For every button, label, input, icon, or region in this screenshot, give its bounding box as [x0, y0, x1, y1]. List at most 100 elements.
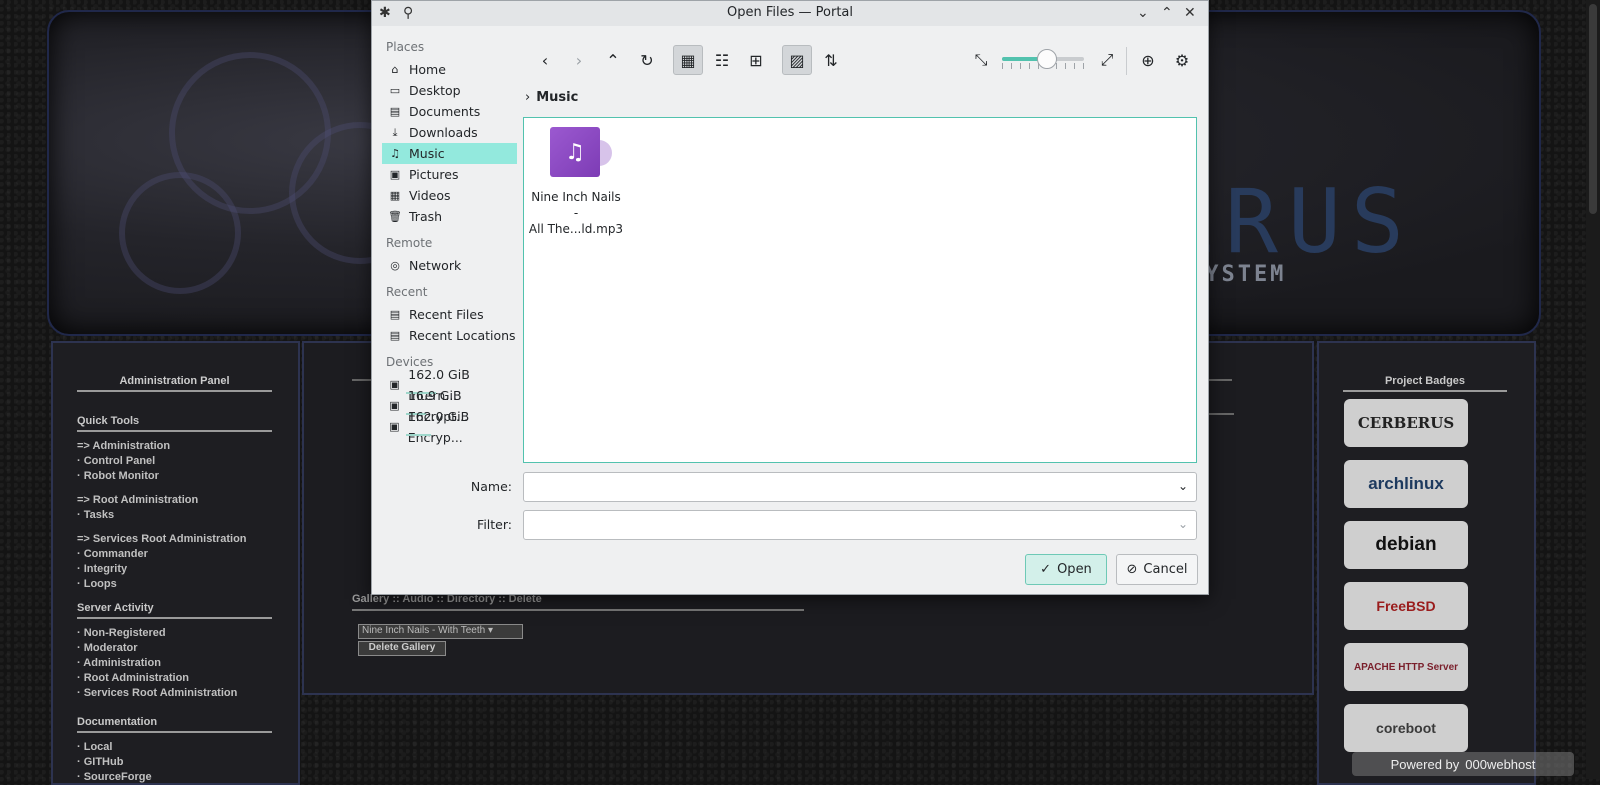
admin-panel: Administration Panel Quick Tools => Admin…	[51, 341, 300, 785]
admin-link	[77, 484, 272, 493]
places-item-label: Pictures	[409, 167, 459, 182]
chevron-down-icon[interactable]: ⌄	[1137, 4, 1149, 22]
places-item-network[interactable]: ◎ Network	[382, 255, 517, 276]
encrypted-drive-icon: ▣	[389, 399, 400, 412]
admin-link[interactable]: · Non-Registered	[77, 626, 272, 641]
tree-view-icon: ⊞	[749, 50, 763, 70]
admin-link[interactable]: · Services Root Administration	[77, 686, 272, 701]
project-badge[interactable]: APACHE HTTP Server	[1344, 643, 1468, 691]
audio-file-icon: ♫	[550, 127, 600, 177]
places-item-downloads[interactable]: ⤓ Downloads	[382, 122, 517, 143]
scrollbar-thumb[interactable]	[1589, 4, 1597, 214]
file-view[interactable]: ♫ Nine Inch Nails - All The...ld.mp3	[523, 117, 1197, 463]
zoom-out-icon: ⤡	[974, 50, 988, 69]
delete-gallery-button[interactable]: Delete Gallery	[358, 641, 446, 656]
dialog-title: Open Files — Portal	[727, 5, 853, 20]
places-item-label: Trash	[409, 209, 443, 224]
filter-label: Filter:	[477, 517, 512, 532]
admin-link[interactable]: · GITHub	[77, 755, 272, 770]
close-icon[interactable]: ✕	[1184, 4, 1196, 22]
places-item-label: Videos	[409, 188, 451, 203]
image-preview-icon: ▨	[789, 50, 805, 70]
admin-link[interactable]: · Root Administration	[77, 671, 272, 686]
places-item-home[interactable]: ⌂ Home	[382, 59, 517, 80]
cancel-button[interactable]: ⊘ Cancel	[1116, 554, 1198, 585]
admin-link[interactable]: · Administration	[77, 656, 272, 671]
zoom-in-button[interactable]: ⤢	[1092, 45, 1122, 75]
admin-link[interactable]: · Control Panel	[77, 454, 272, 469]
breadcrumb[interactable]: › Music	[525, 90, 578, 105]
zoom-out-button[interactable]: ⤡	[966, 45, 996, 75]
admin-link[interactable]: · Local	[77, 740, 272, 755]
up-button[interactable]: ⌃	[598, 45, 628, 75]
places-item-music[interactable]: ♫ Music	[382, 143, 517, 164]
places-panel: Places ⌂ Home ▭ Desktop ▤ Documents ⤓ Downloads ♫…	[382, 39, 517, 445]
places-item-162-0-gib-encryp[interactable]: ▣ 162.0 GiB Encryp...	[382, 409, 517, 445]
chevron-right-icon: ›	[575, 50, 583, 70]
places-item-videos[interactable]: ▦ Videos	[382, 185, 517, 206]
admin-link[interactable]: · Robot Monitor	[77, 469, 272, 484]
admin-link[interactable]: => Root Administration	[77, 493, 272, 508]
admin-link[interactable]: => Administration	[77, 439, 272, 454]
new-folder-button[interactable]: ⊕	[1133, 45, 1163, 75]
chevron-down-icon[interactable]: ⌄	[1178, 517, 1188, 531]
places-item-desktop[interactable]: ▭ Desktop	[382, 80, 517, 101]
drive-icon: ▣	[389, 378, 400, 391]
powered-by-label: Powered by	[1390, 756, 1460, 772]
recent-locations-icon: ▤	[389, 329, 401, 342]
forward-button[interactable]: ›	[564, 45, 594, 75]
open-button[interactable]: ✓ Open	[1025, 554, 1107, 585]
project-badge[interactable]: FreeBSD	[1344, 582, 1468, 630]
admin-link[interactable]: · Commander	[77, 547, 272, 562]
name-label: Name:	[470, 479, 512, 494]
file-item[interactable]: ♫ Nine Inch Nails - All The...ld.mp3	[524, 118, 628, 236]
title-bar[interactable]: ✱ ⚲ Open Files — Portal ⌄ ⌃ ✕	[372, 1, 1208, 26]
filter-combobox[interactable]: ⌄	[523, 510, 1197, 540]
places-item-label: 162.0 GiB Encryp...	[407, 408, 470, 445]
admin-section-heading: Quick Tools	[77, 415, 272, 432]
maximize-icon[interactable]: ⌃	[1161, 4, 1173, 22]
places-item-documents[interactable]: ▤ Documents	[382, 101, 517, 122]
admin-link[interactable]: · SourceForge	[77, 770, 272, 785]
admin-link[interactable]: · Integrity	[77, 562, 272, 577]
host-name: 000webhost	[1465, 756, 1536, 772]
home-icon: ⌂	[391, 63, 399, 76]
preview-button[interactable]: ▨	[782, 45, 812, 75]
options-button[interactable]: ⚙	[1167, 45, 1197, 75]
project-badge[interactable]: archlinux	[1344, 460, 1468, 508]
capacity-bar	[406, 434, 431, 436]
new-folder-icon: ⊕	[1141, 50, 1155, 70]
tree-view-button[interactable]: ⊞	[741, 45, 771, 75]
places-item-label: Music	[409, 146, 445, 161]
places-item-pictures[interactable]: ▣ Pictures	[382, 164, 517, 185]
admin-link[interactable]: => Services Root Administration	[77, 532, 272, 547]
admin-link	[77, 523, 272, 532]
back-button[interactable]: ‹	[530, 45, 560, 75]
admin-panel-title: Administration Panel	[77, 375, 272, 392]
icons-view-button[interactable]: ▦	[673, 45, 703, 75]
admin-section: Server Activity · Non-Registered · Moderat…	[77, 602, 272, 701]
reload-button[interactable]: ↻	[632, 45, 662, 75]
places-item-recent-locations[interactable]: ▤ Recent Locations	[382, 325, 517, 346]
admin-section-heading: Server Activity	[77, 602, 272, 619]
gallery-select[interactable]: Nine Inch Nails - With Teeth ▾	[358, 624, 523, 639]
project-badge[interactable]: coreboot	[1344, 704, 1468, 752]
admin-link[interactable]: · Moderator	[77, 641, 272, 656]
zoom-slider-handle[interactable]	[1037, 49, 1057, 69]
places-item-label: Recent Locations	[409, 328, 516, 343]
places-item-recent-files[interactable]: ▤ Recent Files	[382, 304, 517, 325]
project-badge[interactable]: debian	[1344, 521, 1468, 569]
admin-link[interactable]: · Tasks	[77, 508, 272, 523]
detailed-view-button[interactable]: ☷	[707, 45, 737, 75]
breadcrumb-item[interactable]: Music	[536, 90, 578, 105]
chevron-left-icon: ‹	[541, 50, 549, 70]
chevron-down-icon[interactable]: ⌄	[1178, 479, 1188, 493]
project-badge[interactable]: CERBERUS	[1344, 399, 1468, 447]
desktop-icon: ▭	[389, 84, 401, 97]
sort-button[interactable]: ⇅	[816, 45, 846, 75]
powered-by-badge[interactable]: Powered by 000webhost	[1352, 752, 1574, 776]
name-combobox[interactable]: ⌄	[523, 472, 1197, 502]
recent-files-icon: ▤	[389, 308, 401, 321]
admin-link[interactable]: · Loops	[77, 577, 272, 592]
places-item-trash[interactable]: 🗑 Trash	[382, 206, 517, 227]
